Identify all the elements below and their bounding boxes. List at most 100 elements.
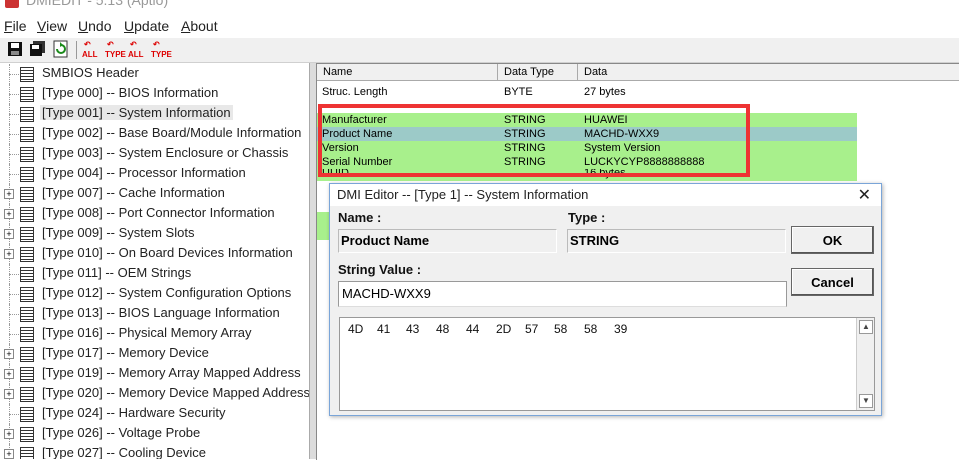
tree-item[interactable]: [Type 004] -- Processor Information [0, 164, 309, 184]
table-icon [20, 387, 34, 402]
tree-item[interactable]: + [Type 026] -- Voltage Probe [0, 424, 309, 444]
tree-item[interactable]: + [Type 019] -- Memory Array Mapped Addr… [0, 364, 309, 384]
hex-byte: 4D [348, 322, 364, 336]
expand-icon[interactable]: + [4, 389, 14, 399]
cancel-button[interactable]: Cancel [791, 268, 874, 296]
table-icon [20, 367, 34, 382]
tree-item[interactable]: SMBIOS Header [0, 64, 309, 84]
undo-all-icon[interactable]: ↶ ALL [82, 40, 102, 60]
table-icon [20, 427, 34, 442]
table-row[interactable]: Struc. Length BYTE 27 bytes [317, 85, 857, 99]
table-icon [20, 127, 34, 142]
tree-item[interactable]: [Type 016] -- Physical Memory Array [0, 324, 309, 344]
menu-file[interactable]: File [4, 18, 27, 34]
save-all-icon[interactable] [29, 40, 49, 60]
hex-byte: 58 [554, 322, 568, 336]
hex-byte: 41 [377, 322, 391, 336]
table-icon [20, 287, 34, 302]
hex-byte: 43 [406, 322, 420, 336]
table-icon [20, 407, 34, 422]
table-icon [20, 67, 34, 82]
col-header-name[interactable]: Name [317, 64, 498, 81]
refresh-icon[interactable] [52, 40, 72, 60]
hex-editor[interactable]: 4D 41 43 48 44 2D 57 58 58 39 ▲ ▼ [339, 317, 875, 411]
type-field: STRING [567, 229, 786, 253]
tree-item[interactable]: [Type 002] -- Base Board/Module Informat… [0, 124, 309, 144]
hex-byte: 44 [466, 322, 480, 336]
tree-item[interactable]: [Type 013] -- BIOS Language Information [0, 304, 309, 324]
table-icon [20, 87, 34, 102]
save-icon[interactable] [6, 40, 26, 60]
menu-about[interactable]: About [181, 18, 218, 34]
tree-item[interactable]: + [Type 008] -- Port Connector Informati… [0, 204, 309, 224]
tree-item-selected[interactable]: [Type 001] -- System Information [0, 104, 309, 124]
tree-item[interactable]: [Type 011] -- OEM Strings [0, 264, 309, 284]
table-icon [20, 227, 34, 242]
menu-update[interactable]: Update [124, 18, 169, 34]
table-icon [20, 347, 34, 362]
expand-icon[interactable]: + [4, 249, 14, 259]
expand-icon[interactable]: + [4, 189, 14, 199]
highlight-box [318, 104, 750, 177]
table-icon [20, 307, 34, 322]
hex-byte: 2D [496, 322, 512, 336]
expand-icon[interactable]: + [4, 349, 14, 359]
tree-item[interactable]: + [Type 009] -- System Slots [0, 224, 309, 244]
menu-undo[interactable]: Undo [78, 18, 111, 34]
table-icon [20, 207, 34, 222]
update-type-icon[interactable]: ↶ TYPE [151, 40, 172, 60]
tree-item[interactable]: + [Type 010] -- On Board Devices Informa… [0, 244, 309, 264]
table-icon [20, 107, 34, 122]
tree-item[interactable]: + [Type 007] -- Cache Information [0, 184, 309, 204]
scroll-up-icon[interactable]: ▲ [859, 320, 873, 334]
name-label: Name : [338, 210, 382, 225]
tree-item[interactable]: [Type 024] -- Hardware Security [0, 404, 309, 424]
menu-view[interactable]: View [37, 18, 67, 34]
table-icon [20, 247, 34, 262]
dmi-editor-dialog: DMI Editor -- [Type 1] -- System Informa… [329, 183, 882, 416]
app-icon [5, 0, 19, 8]
hex-byte: 39 [614, 322, 628, 336]
table-icon [20, 447, 34, 459]
table-icon [20, 267, 34, 282]
dialog-title-bar: DMI Editor -- [Type 1] -- System Informa… [330, 184, 881, 206]
table-icon [20, 147, 34, 162]
expand-icon[interactable]: + [4, 429, 14, 439]
expand-icon[interactable]: + [4, 229, 14, 239]
hex-byte: 57 [525, 322, 539, 336]
ok-button[interactable]: OK [791, 226, 874, 254]
dialog-title: DMI Editor -- [Type 1] -- System Informa… [337, 187, 589, 202]
name-field: Product Name [338, 229, 557, 253]
table-icon [20, 327, 34, 342]
toolbar: ↶ ALL ↶ TYPE ↶ ALL ↶ TYPE [0, 38, 959, 63]
tree-item[interactable]: + [Type 017] -- Memory Device [0, 344, 309, 364]
tree-item[interactable]: + [Type 027] -- Cooling Device [0, 444, 309, 459]
expand-icon[interactable]: + [4, 369, 14, 379]
toolbar-separator [76, 41, 77, 59]
string-value-input[interactable]: MACHD-WXX9 [338, 281, 787, 307]
close-icon[interactable]: ✕ [858, 185, 871, 205]
col-header-type[interactable]: Data Type [498, 64, 578, 81]
table-icon [20, 187, 34, 202]
hex-byte: 48 [436, 322, 450, 336]
update-all-icon[interactable]: ↶ ALL [128, 40, 148, 60]
undo-type-icon[interactable]: ↶ TYPE [105, 40, 126, 60]
col-header-data[interactable]: Data [578, 64, 959, 81]
tree-item[interactable]: [Type 012] -- System Configuration Optio… [0, 284, 309, 304]
expand-icon[interactable]: + [4, 449, 14, 459]
hex-byte: 58 [584, 322, 598, 336]
scrollbar[interactable]: ▲ ▼ [856, 318, 874, 410]
string-value-label: String Value : [338, 262, 422, 277]
type-label: Type : [568, 210, 606, 225]
window-title: DMIEDIT - 5.13 (Aptio) [26, 0, 169, 8]
table-icon [20, 167, 34, 182]
tree-item[interactable]: [Type 000] -- BIOS Information [0, 84, 309, 104]
table-row-partial [317, 226, 329, 240]
tree-item[interactable]: [Type 003] -- System Enclosure or Chassi… [0, 144, 309, 164]
tree-item[interactable]: + [Type 020] -- Memory Device Mapped Add… [0, 384, 309, 404]
table-row-partial [317, 212, 329, 226]
title-bar: DMIEDIT - 5.13 (Aptio) [0, 0, 959, 12]
expand-icon[interactable]: + [4, 209, 14, 219]
scroll-down-icon[interactable]: ▼ [859, 394, 873, 408]
smbios-tree: SMBIOS Header [Type 000] -- BIOS Informa… [0, 63, 310, 459]
